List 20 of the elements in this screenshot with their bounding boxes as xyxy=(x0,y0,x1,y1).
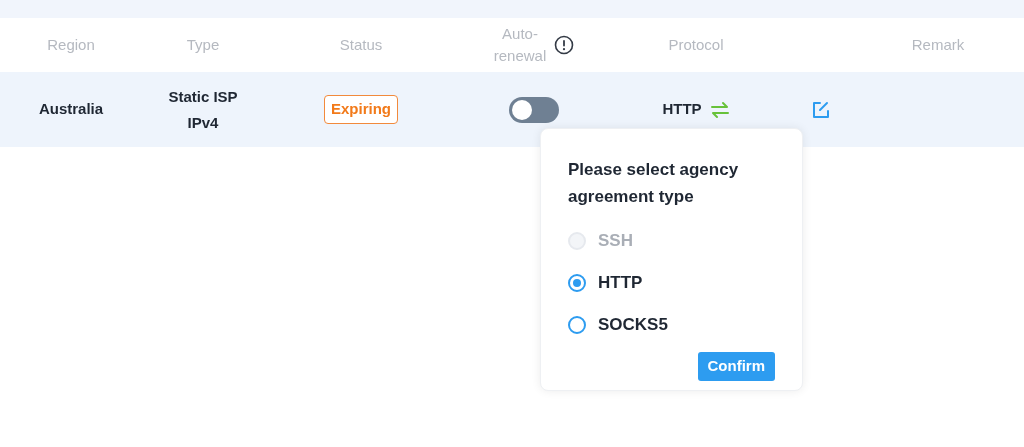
column-header: Protocol xyxy=(668,35,724,55)
column-header: Remark xyxy=(911,35,965,55)
radio-option[interactable]: SOCKS5 xyxy=(568,304,775,346)
info-icon[interactable] xyxy=(554,35,575,55)
table-cell-text: Static ISP IPv4 xyxy=(168,86,238,133)
toggle-switch[interactable] xyxy=(509,96,559,123)
radio-button[interactable] xyxy=(568,316,586,334)
column-header: Region xyxy=(47,35,95,55)
radio-button[interactable] xyxy=(568,274,586,292)
table-cell-text: Australia xyxy=(38,99,104,120)
radio-option: SSH xyxy=(568,220,775,262)
radio-option[interactable]: HTTP xyxy=(568,262,775,304)
column-header: Type xyxy=(186,35,220,55)
edit-icon[interactable] xyxy=(811,99,831,120)
column-header: Status xyxy=(339,35,383,55)
column-header: Auto- renewal xyxy=(493,24,547,66)
table-cell-text: HTTP xyxy=(662,99,702,120)
status-badge: Expiring xyxy=(324,95,398,124)
swap-icon[interactable] xyxy=(709,100,730,119)
popover-title: Please select agency agreement type xyxy=(568,159,740,208)
